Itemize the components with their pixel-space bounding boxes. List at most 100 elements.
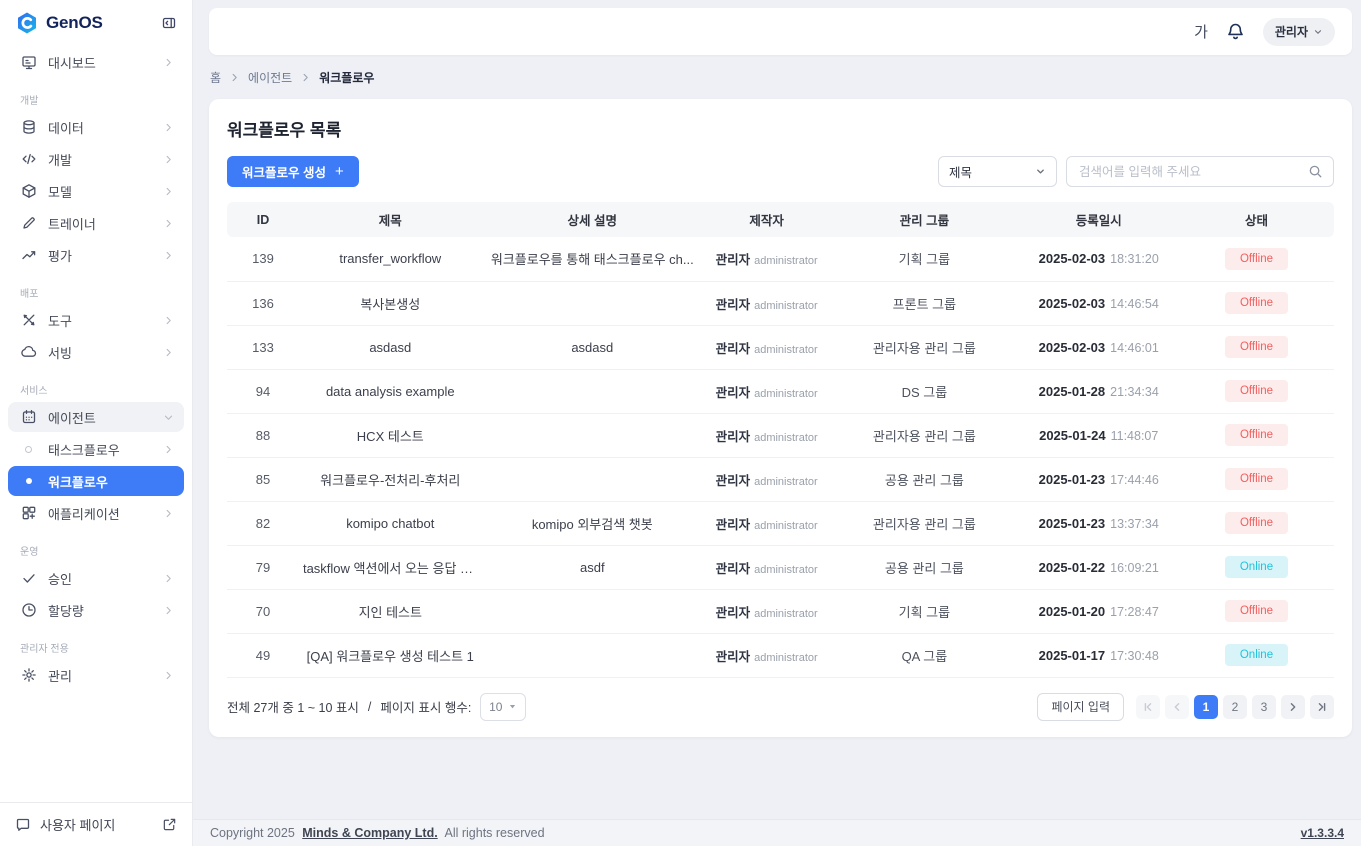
dot-bullet-icon [20, 478, 37, 484]
creator-username: administrator [754, 608, 818, 620]
date-value: 2025-02-03 [1039, 340, 1106, 355]
breadcrumb-item[interactable]: 에이전트 [248, 69, 292, 86]
page-button-1[interactable]: 1 [1194, 695, 1218, 719]
creator-name: 관리자 [716, 386, 751, 400]
page-next-button[interactable] [1281, 695, 1305, 719]
external-link-icon [162, 817, 177, 832]
chevron-down-icon [508, 702, 517, 711]
profile-label: 관리자 [1275, 23, 1308, 40]
notification-bell-icon[interactable] [1226, 22, 1245, 41]
create-workflow-label: 워크플로우 생성 [242, 162, 326, 181]
code-icon [20, 151, 37, 168]
sidebar-item-application[interactable]: 애플리케이션 [8, 498, 184, 528]
cell-description [482, 281, 703, 325]
table-row[interactable]: 88HCX 테스트관리자administrator관리자용 관리 그룹2025-… [227, 413, 1334, 457]
cell-creator: 관리자administrator [703, 413, 830, 457]
sidebar-item-approval[interactable]: 승인 [8, 563, 184, 593]
sidebar-user-page-link[interactable]: 사용자 페이지 [0, 802, 192, 846]
column-header: 상세 설명 [482, 202, 703, 237]
sidebar-item-dashboard[interactable]: 대시보드 [8, 47, 184, 77]
time-value: 21:34:34 [1110, 385, 1159, 399]
cell-group: 관리자용 관리 그룹 [830, 325, 1018, 369]
sidebar-item-trainer[interactable]: 트레이너 [8, 208, 184, 238]
sidebar-item-develop[interactable]: 개발 [8, 144, 184, 174]
sidebar-item-evaluation[interactable]: 평가 [8, 240, 184, 270]
cell-id: 133 [227, 325, 299, 369]
sidebar-item-admin[interactable]: 관리 [8, 660, 184, 690]
table-row[interactable]: 94data analysis example관리자administratorD… [227, 369, 1334, 413]
breadcrumb-item[interactable]: 홈 [210, 69, 221, 86]
table-row[interactable]: 49[QA] 워크플로우 생성 테스트 1관리자administratorQA … [227, 633, 1334, 677]
cell-datetime: 2025-01-2017:28:47 [1018, 589, 1179, 633]
breadcrumb: 홈에이전트워크플로우 [210, 68, 1352, 86]
chevron-right-icon [229, 72, 240, 83]
profile-menu-button[interactable]: 관리자 [1263, 18, 1335, 46]
copyright: Copyright 2025 Minds & Company Ltd. All … [210, 826, 545, 840]
table-row[interactable]: 85워크플로우-전처리-후처리관리자administrator공용 관리 그룹2… [227, 457, 1334, 501]
sidebar-item-tools[interactable]: 도구 [8, 305, 184, 335]
sidebar-item-workflow[interactable]: 워크플로우 [8, 466, 184, 496]
rows-per-page-select[interactable]: 10 [480, 693, 526, 721]
sidebar-item-serving[interactable]: 서빙 [8, 337, 184, 367]
create-workflow-button[interactable]: 워크플로우 생성 + [227, 156, 359, 187]
cell-status: Offline [1179, 325, 1334, 369]
company-link[interactable]: Minds & Company Ltd. [302, 826, 437, 840]
column-header: 관리 그룹 [830, 202, 1018, 237]
search-input[interactable] [1077, 164, 1300, 180]
chevron-down-icon [1035, 166, 1046, 177]
page-first-button[interactable] [1136, 695, 1160, 719]
cell-title: 복사본생성 [299, 281, 482, 325]
creator-username: administrator [754, 255, 818, 267]
sidebar-collapse-icon[interactable] [161, 15, 177, 31]
cell-title: 지인 테스트 [299, 589, 482, 633]
cell-id: 88 [227, 413, 299, 457]
status-badge: Offline [1225, 468, 1288, 490]
status-badge: Offline [1225, 380, 1288, 402]
sidebar-item-label: 데이터 [48, 118, 152, 137]
chevron-right-icon [163, 218, 174, 229]
chevron-right-icon [163, 154, 174, 165]
sidebar-item-data[interactable]: 데이터 [8, 112, 184, 142]
sidebar-item-quota[interactable]: 할당량 [8, 595, 184, 625]
table-row[interactable]: 70지인 테스트관리자administrator기획 그룹2025-01-201… [227, 589, 1334, 633]
font-size-button[interactable]: 가 [1194, 21, 1208, 42]
table-row[interactable]: 139transfer_workflow워크플로우를 통해 태스크플로우 ch.… [227, 237, 1334, 281]
cell-creator: 관리자administrator [703, 501, 830, 545]
page-button-2[interactable]: 2 [1223, 695, 1247, 719]
page-button-3[interactable]: 3 [1252, 695, 1276, 719]
page-last-button[interactable] [1310, 695, 1334, 719]
sidebar-item-taskflow[interactable]: 태스크플로우 [8, 434, 184, 464]
sidebar-item-model[interactable]: 모델 [8, 176, 184, 206]
cell-datetime: 2025-02-0314:46:54 [1018, 281, 1179, 325]
table-row[interactable]: 136복사본생성관리자administrator프론트 그룹2025-02-03… [227, 281, 1334, 325]
search-icon[interactable] [1308, 164, 1323, 179]
cell-title: asdasd [299, 325, 482, 369]
status-badge: Offline [1225, 292, 1288, 314]
cell-status: Offline [1179, 457, 1334, 501]
sidebar-item-agent[interactable]: 에이전트 [8, 402, 184, 432]
creator-name: 관리자 [716, 562, 751, 576]
cell-id: 79 [227, 545, 299, 589]
table-row[interactable]: 133asdasdasdasd관리자administrator관리자용 관리 그… [227, 325, 1334, 369]
cell-datetime: 2025-01-2411:48:07 [1018, 413, 1179, 457]
sidebar-section-label: 개발 [20, 92, 192, 107]
cell-creator: 관리자administrator [703, 237, 830, 281]
chart-icon [20, 247, 37, 264]
cell-status: Offline [1179, 369, 1334, 413]
status-badge: Offline [1225, 248, 1288, 270]
page-input-button[interactable]: 페이지 입력 [1037, 693, 1124, 721]
table-row[interactable]: 79taskflow 액션에서 오는 응답 cust...asdf관리자admi… [227, 545, 1334, 589]
table-row[interactable]: 82komipo chatbotkomipo 외부검색 챗봇관리자adminis… [227, 501, 1334, 545]
chevron-right-icon [163, 315, 174, 326]
version-link[interactable]: v1.3.3.4 [1301, 826, 1344, 840]
creator-username: administrator [754, 652, 818, 664]
cell-title: [QA] 워크플로우 생성 테스트 1 [299, 633, 482, 677]
cell-status: Offline [1179, 501, 1334, 545]
workflow-table: ID제목상세 설명제작자관리 그룹등록일시상태 139transfer_work… [227, 202, 1334, 678]
page-prev-button[interactable] [1165, 695, 1189, 719]
cell-description: komipo 외부검색 챗봇 [482, 501, 703, 545]
rows-per-page-label: 페이지 표시 행수: [380, 697, 471, 716]
date-value: 2025-01-22 [1039, 560, 1106, 575]
genos-logo[interactable]: GenOS [15, 11, 103, 35]
search-field-select[interactable]: 제목 [938, 156, 1057, 187]
